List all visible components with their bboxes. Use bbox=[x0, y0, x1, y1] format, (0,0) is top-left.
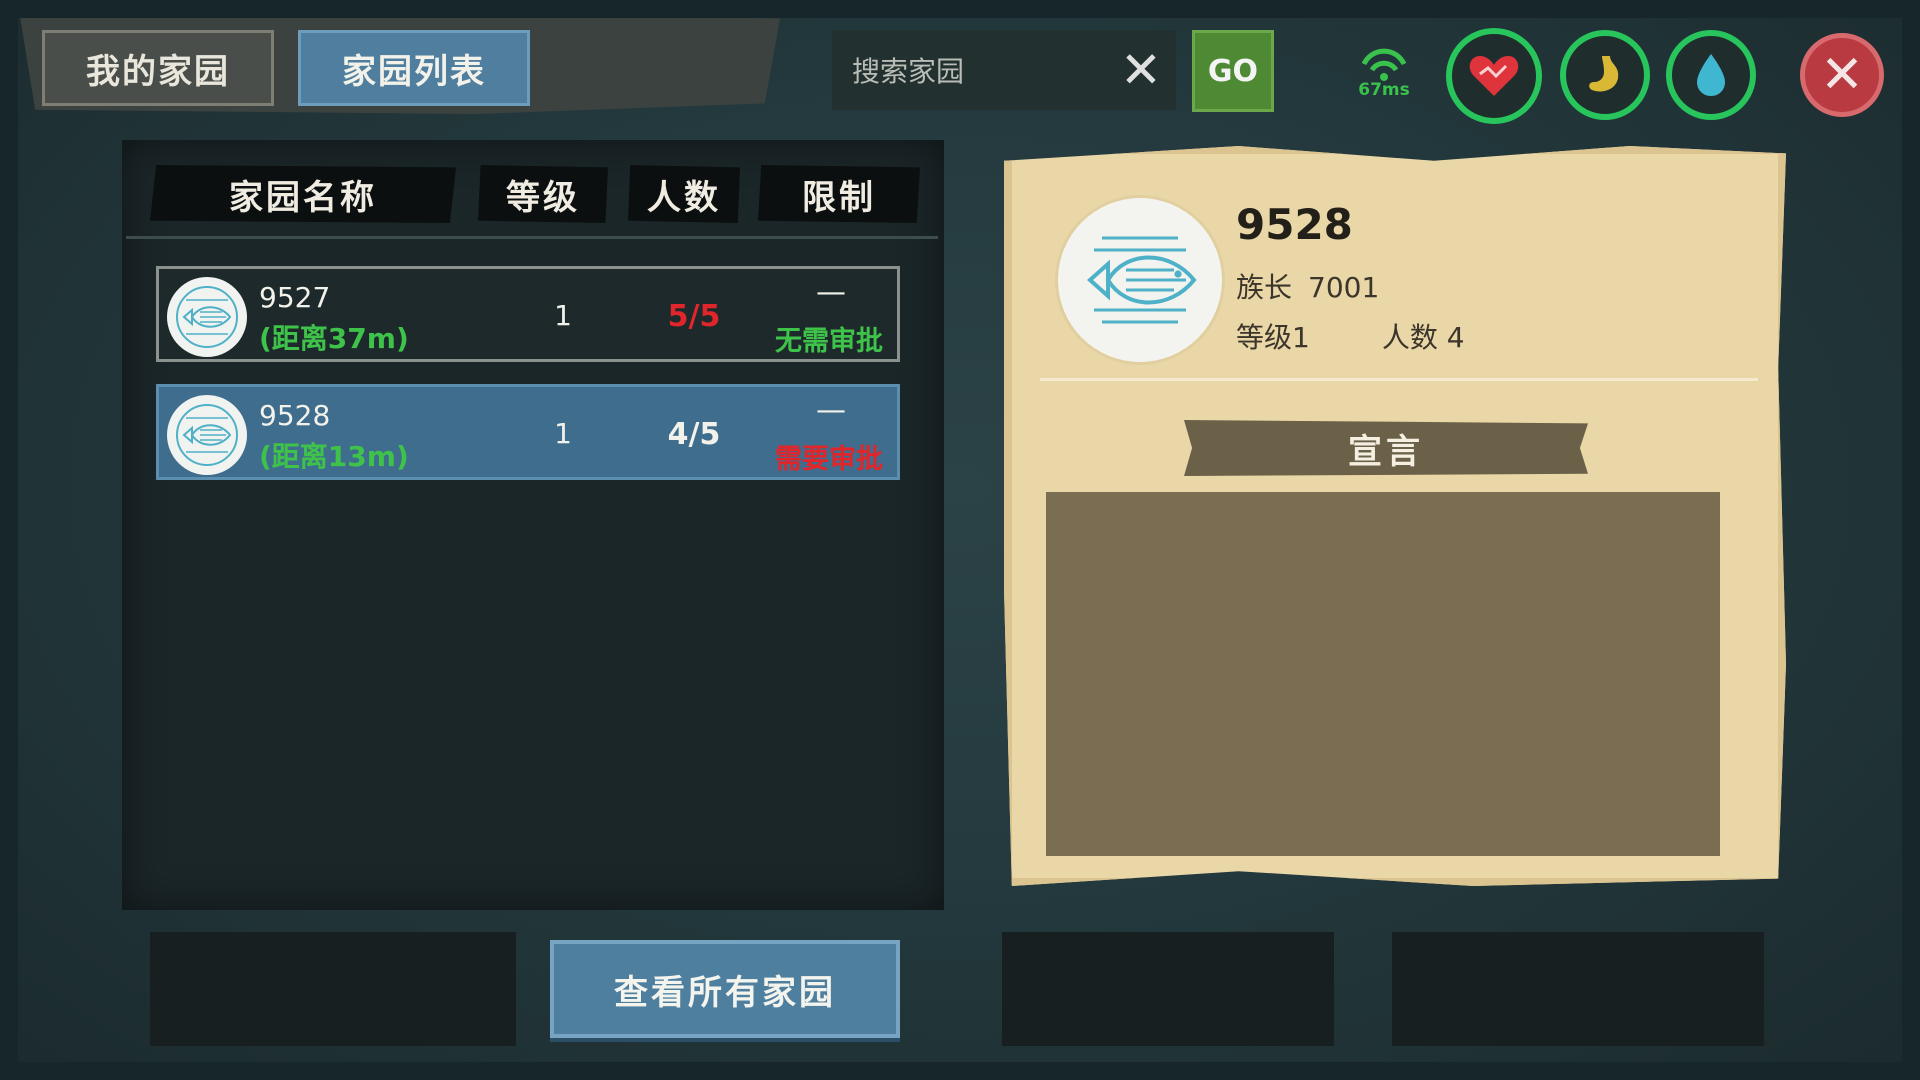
detail-divider bbox=[1040, 378, 1758, 381]
leader-label: 族长 bbox=[1236, 271, 1293, 304]
network-ping: 67ms bbox=[1346, 46, 1422, 106]
fish-emblem-icon bbox=[176, 286, 238, 348]
search-input[interactable]: 搜索家园 ✕ bbox=[832, 30, 1176, 110]
column-header-name: 家园名称 bbox=[150, 165, 456, 223]
go-button[interactable]: GO bbox=[1192, 30, 1274, 112]
detail-level: 等级1 bbox=[1236, 321, 1310, 354]
view-all-homes-button[interactable]: 查看所有家园 bbox=[550, 940, 900, 1038]
home-name: 9528 bbox=[259, 399, 331, 432]
bottom-empty-slot bbox=[150, 932, 516, 1046]
leader-value: 7001 bbox=[1308, 271, 1380, 304]
home-level: 1 bbox=[554, 417, 572, 450]
bottom-empty-slot bbox=[1002, 932, 1334, 1046]
detail-avatar bbox=[1058, 198, 1222, 362]
home-list-row-selected[interactable]: 9528 (距离13m) 1 4/5 — 需要审批 bbox=[156, 384, 900, 480]
thirst-status[interactable] bbox=[1666, 30, 1756, 120]
header-divider bbox=[126, 236, 938, 239]
column-header-limit: 限制 bbox=[758, 165, 920, 223]
declaration-banner: 宣言 bbox=[1184, 420, 1588, 476]
health-status[interactable] bbox=[1446, 28, 1542, 124]
home-list-panel bbox=[122, 140, 944, 910]
tab-my-home[interactable]: 我的家园 bbox=[42, 30, 274, 106]
clear-search-icon[interactable]: ✕ bbox=[1106, 30, 1176, 110]
home-member-count: 4/5 bbox=[667, 417, 721, 452]
home-distance: (距离13m) bbox=[259, 440, 409, 473]
stomach-icon bbox=[1589, 56, 1619, 92]
detail-member-count: 人数 4 bbox=[1381, 321, 1465, 354]
limit-dash: — bbox=[816, 393, 846, 428]
home-avatar bbox=[167, 395, 247, 475]
water-drop-icon bbox=[1697, 54, 1725, 96]
tab-home-list[interactable]: 家园列表 bbox=[298, 30, 530, 106]
column-header-count: 人数 bbox=[628, 165, 740, 223]
approval-status: 需要审批 bbox=[775, 444, 883, 475]
search-placeholder: 搜索家园 bbox=[852, 55, 965, 88]
declaration-text-area bbox=[1046, 492, 1720, 856]
close-button[interactable]: ✕ bbox=[1800, 33, 1884, 117]
hunger-status[interactable] bbox=[1560, 30, 1650, 120]
home-name: 9527 bbox=[259, 281, 331, 314]
fish-emblem-icon bbox=[1086, 236, 1197, 324]
approval-status: 无需审批 bbox=[775, 326, 883, 357]
home-list-row[interactable]: 9527 (距离37m) 1 5/5 — 无需审批 bbox=[156, 266, 900, 362]
fish-emblem-icon bbox=[176, 404, 238, 466]
signal-icon bbox=[1361, 48, 1407, 81]
ping-value: 67ms bbox=[1358, 80, 1410, 100]
detail-home-name: 9528 bbox=[1236, 200, 1353, 249]
bottom-empty-slot bbox=[1392, 932, 1764, 1046]
home-distance: (距离37m) bbox=[259, 322, 409, 355]
limit-dash: — bbox=[816, 275, 846, 310]
detail-leader: 族长 7001 bbox=[1236, 266, 1379, 306]
home-level: 1 bbox=[554, 299, 572, 332]
game-screen: 我的家园 家园列表 搜索家园 ✕ GO 67ms ✕ 家园名称 等级 人数 限制 bbox=[0, 0, 1920, 1080]
column-header-level: 等级 bbox=[478, 165, 608, 223]
detail-stats: 等级1 人数 4 bbox=[1236, 316, 1465, 356]
heart-icon bbox=[1469, 56, 1519, 96]
home-member-count: 5/5 bbox=[667, 299, 721, 334]
home-avatar bbox=[167, 277, 247, 357]
